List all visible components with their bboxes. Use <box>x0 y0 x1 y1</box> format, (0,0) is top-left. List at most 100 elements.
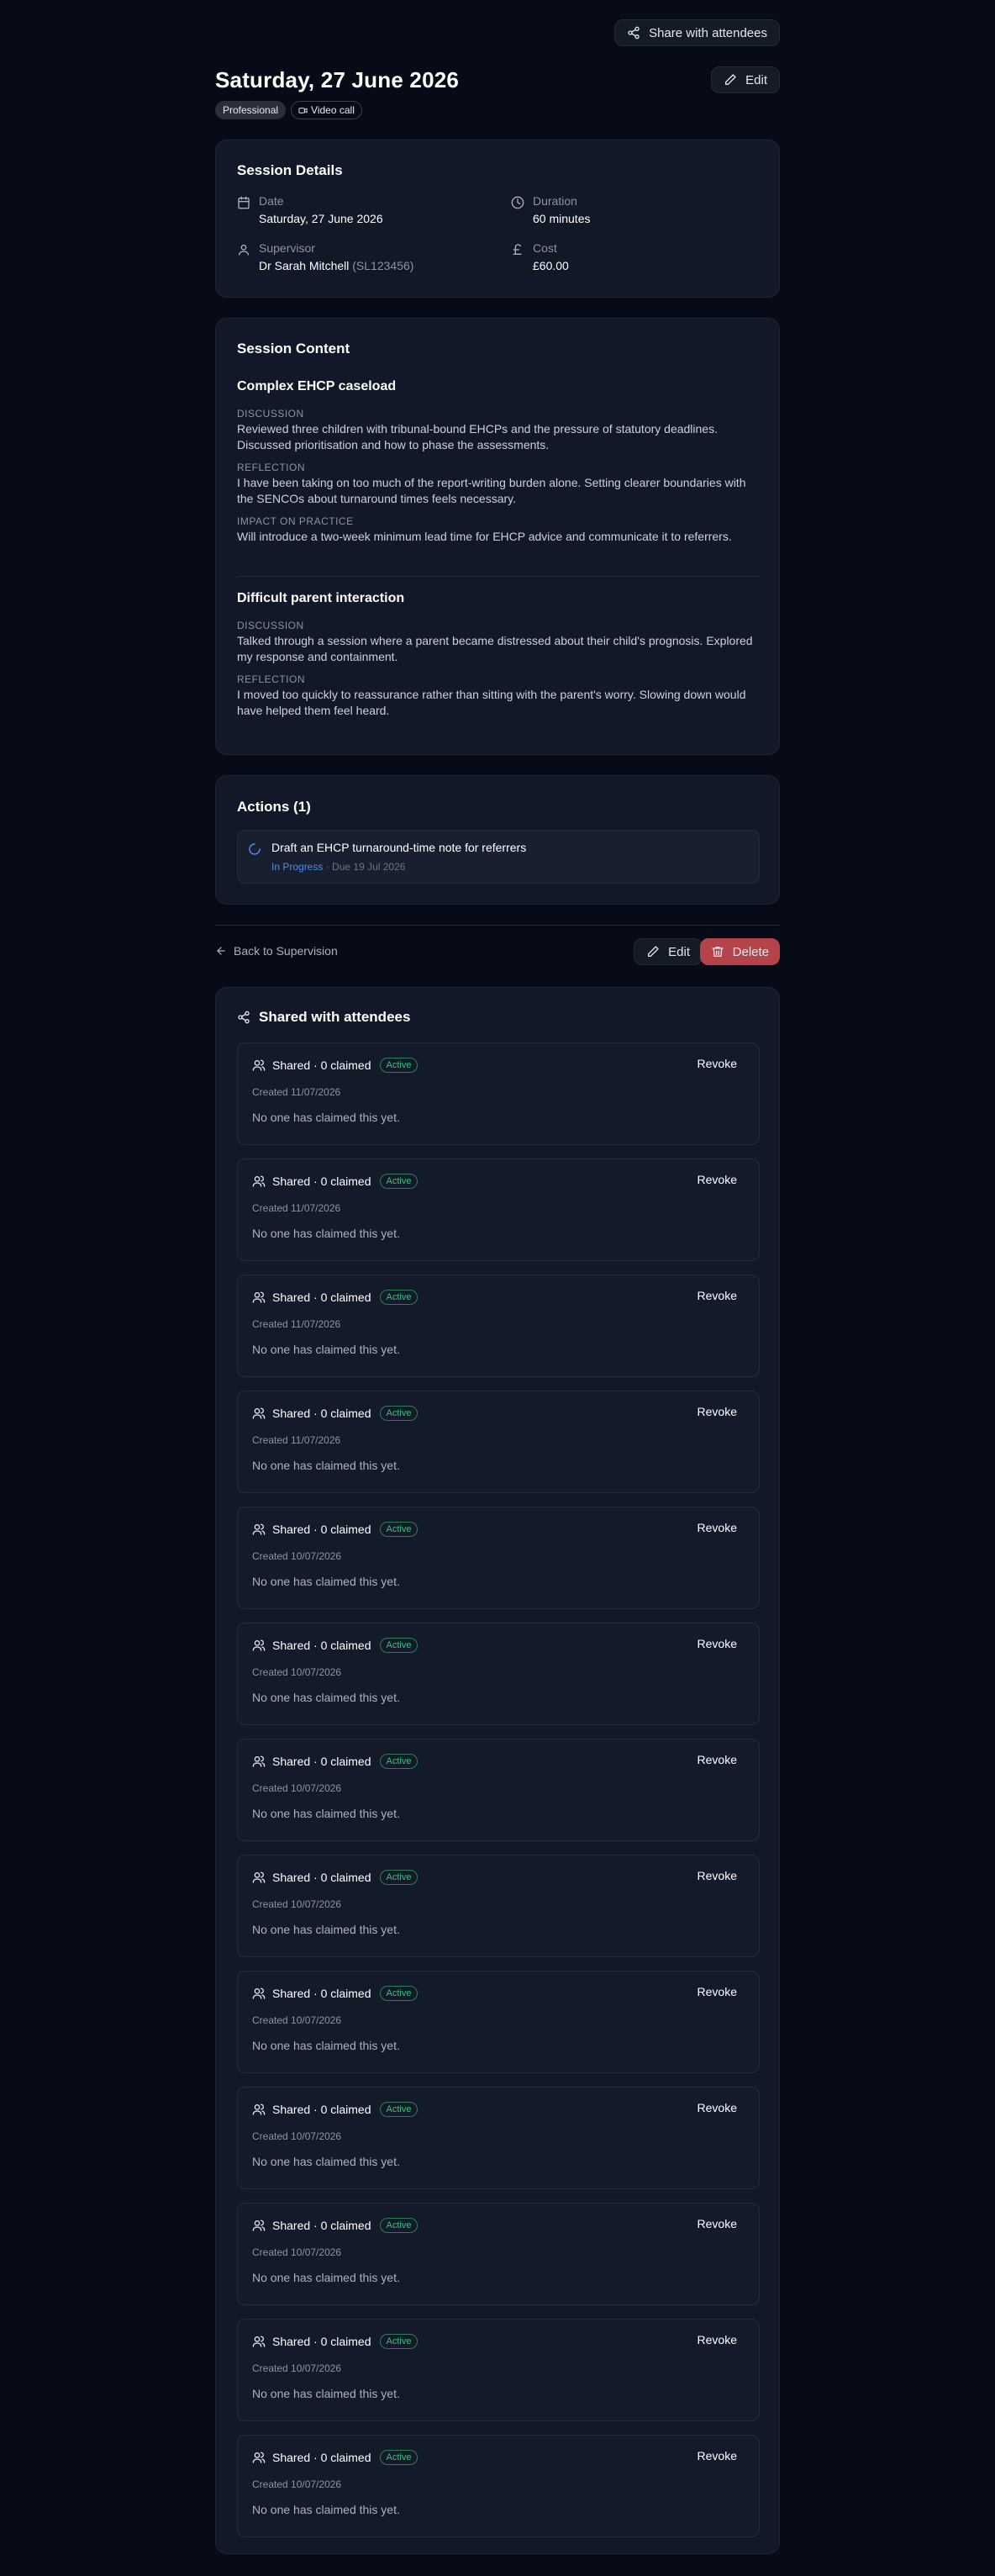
pencil-icon <box>725 74 736 85</box>
edit-session-label: Edit <box>668 944 690 959</box>
clock-icon <box>511 196 524 209</box>
share-item-header: Shared · 0 claimed Active <box>252 1754 419 1769</box>
revoke-button[interactable]: Revoke <box>698 1637 737 1650</box>
revoke-button[interactable]: Revoke <box>698 1289 737 1302</box>
share-empty-state: No one has claimed this yet. <box>252 2039 400 2052</box>
arrow-left-icon <box>217 947 225 955</box>
edit-button[interactable]: Edit <box>711 66 780 93</box>
share-item: Shared · 0 claimed Active Revoke Created… <box>237 1739 760 1841</box>
date-label: Date <box>259 194 284 208</box>
supervisor-value: Dr Sarah Mitchell (SL123456) <box>259 259 413 272</box>
session-details-card: Session Details Date Saturday, 27 June 2… <box>215 140 780 298</box>
revoke-button[interactable]: Revoke <box>698 2101 737 2114</box>
share-icon <box>628 26 640 40</box>
share-empty-state: No one has claimed this yet. <box>252 1807 400 1820</box>
share-item-header: Shared · 0 claimed Active <box>252 1870 419 1885</box>
section-label: DISCUSSION <box>237 620 304 631</box>
share-empty-state: No one has claimed this yet. <box>252 1111 400 1124</box>
share-empty-state: No one has claimed this yet. <box>252 2155 400 2168</box>
revoke-button[interactable]: Revoke <box>698 2333 737 2346</box>
share-item-header: Shared · 0 claimed Active <box>252 1406 419 1421</box>
duration-detail: Duration 60 minutes <box>511 194 590 225</box>
share-item-title: Shared · 0 claimed <box>272 1987 371 2000</box>
share-empty-state: No one has claimed this yet. <box>252 2503 400 2516</box>
pound-icon <box>513 244 522 255</box>
active-badge: Active <box>379 1290 419 1305</box>
share-item: Shared · 0 claimed Active Revoke Created… <box>237 2087 760 2189</box>
share-empty-state: No one has claimed this yet. <box>252 1923 400 1936</box>
shared-heading-row: Shared with attendees <box>237 1009 410 1026</box>
share-empty-state: No one has claimed this yet. <box>252 1343 400 1356</box>
share-item: Shared · 0 claimed Active Revoke Created… <box>237 2435 760 2537</box>
share-item-header: Shared · 0 claimed Active <box>252 1058 419 1073</box>
share-item-header: Shared · 0 claimed Active <box>252 1290 419 1305</box>
session-content-card: Session Content Complex EHCP caseload DI… <box>215 318 780 755</box>
share-created-date: Created 11/07/2026 <box>252 1086 341 1098</box>
duration-label: Duration <box>533 194 577 208</box>
revoke-button[interactable]: Revoke <box>698 2449 737 2463</box>
revoke-button[interactable]: Revoke <box>698 1405 737 1418</box>
share-item-header: Shared · 0 claimed Active <box>252 2218 419 2233</box>
share-item: Shared · 0 claimed Active Revoke Created… <box>237 1159 760 1261</box>
users-icon <box>252 1755 266 1767</box>
action-title: Draft an EHCP turnaround-time note for r… <box>271 841 527 854</box>
users-icon <box>252 2452 266 2463</box>
action-status: In Progress <box>271 861 324 873</box>
tag-professional: Professional <box>215 101 287 119</box>
revoke-button[interactable]: Revoke <box>698 1173 737 1186</box>
share-item: Shared · 0 claimed Active Revoke Created… <box>237 1855 760 1957</box>
active-badge: Active <box>379 1870 419 1885</box>
users-icon <box>252 1407 266 1419</box>
share-with-attendees-button[interactable]: Share with attendees <box>614 19 780 46</box>
share-created-date: Created 10/07/2026 <box>252 1782 342 1794</box>
action-item[interactable]: Draft an EHCP turnaround-time note for r… <box>237 830 760 884</box>
session-header: Saturday, 27 June 2026 Edit Professional… <box>215 64 780 140</box>
revoke-button[interactable]: Revoke <box>698 1869 737 1882</box>
topic-ehcp-caseload: Complex EHCP caseload DISCUSSION Reviewe… <box>237 379 760 545</box>
user-icon <box>239 245 249 256</box>
revoke-button[interactable]: Revoke <box>698 1753 737 1766</box>
actions-heading: Actions (1) <box>237 799 311 815</box>
session-tags: Professional Video call <box>215 101 362 119</box>
share-item-header: Shared · 0 claimed Active <box>252 1986 419 2001</box>
share-item-header: Shared · 0 claimed Active <box>252 1638 419 1653</box>
share-created-date: Created 10/07/2026 <box>252 1666 342 1678</box>
share-empty-state: No one has claimed this yet. <box>252 1227 400 1240</box>
footer-nav: Back to Supervision Edit Delete <box>215 925 780 982</box>
active-badge: Active <box>379 1754 419 1769</box>
revoke-button[interactable]: Revoke <box>698 1521 737 1534</box>
share-item: Shared · 0 claimed Active Revoke Created… <box>237 1391 760 1493</box>
date-value: Saturday, 27 June 2026 <box>259 212 383 225</box>
calendar-icon <box>238 196 250 209</box>
edit-session-button[interactable]: Edit <box>634 938 703 965</box>
revoke-button[interactable]: Revoke <box>698 1985 737 1998</box>
active-badge: Active <box>379 1522 419 1537</box>
back-to-supervision-link[interactable]: Back to Supervision <box>215 944 338 958</box>
action-meta: In Progress · Due 19 Jul 2026 <box>271 861 405 873</box>
section-text: I have been taking on too much of the re… <box>237 476 746 505</box>
duration-value: 60 minutes <box>533 212 591 225</box>
share-created-date: Created 10/07/2026 <box>252 2478 342 2490</box>
users-icon <box>252 2220 266 2231</box>
share-empty-state: No one has claimed this yet. <box>252 1575 400 1588</box>
share-item: Shared · 0 claimed Active Revoke Created… <box>237 1623 760 1725</box>
share-empty-state: No one has claimed this yet. <box>252 2271 400 2284</box>
section-label: REFLECTION <box>237 673 306 685</box>
share-item: Shared · 0 claimed Active Revoke Created… <box>237 1971 760 2073</box>
users-icon <box>252 1059 266 1071</box>
revoke-button[interactable]: Revoke <box>698 2217 737 2230</box>
section-label: REFLECTION <box>237 462 306 473</box>
delete-session-label: Delete <box>732 944 769 959</box>
shared-heading: Shared with attendees <box>259 1009 411 1025</box>
users-icon <box>252 1639 266 1651</box>
delete-session-button[interactable]: Delete <box>699 938 780 965</box>
section-text: Reviewed three children with tribunal-bo… <box>237 422 718 451</box>
action-due: Due 19 Jul 2026 <box>332 861 406 873</box>
supervisor-detail: Supervisor Dr Sarah Mitchell (SL123456) <box>237 241 413 272</box>
share-item-title: Shared · 0 claimed <box>272 1058 371 1072</box>
section-label: DISCUSSION <box>237 408 304 420</box>
section-label: IMPACT ON PRACTICE <box>237 515 354 527</box>
share-item-title: Shared · 0 claimed <box>272 1175 371 1188</box>
active-badge: Active <box>379 2102 419 2117</box>
revoke-button[interactable]: Revoke <box>698 1057 737 1070</box>
